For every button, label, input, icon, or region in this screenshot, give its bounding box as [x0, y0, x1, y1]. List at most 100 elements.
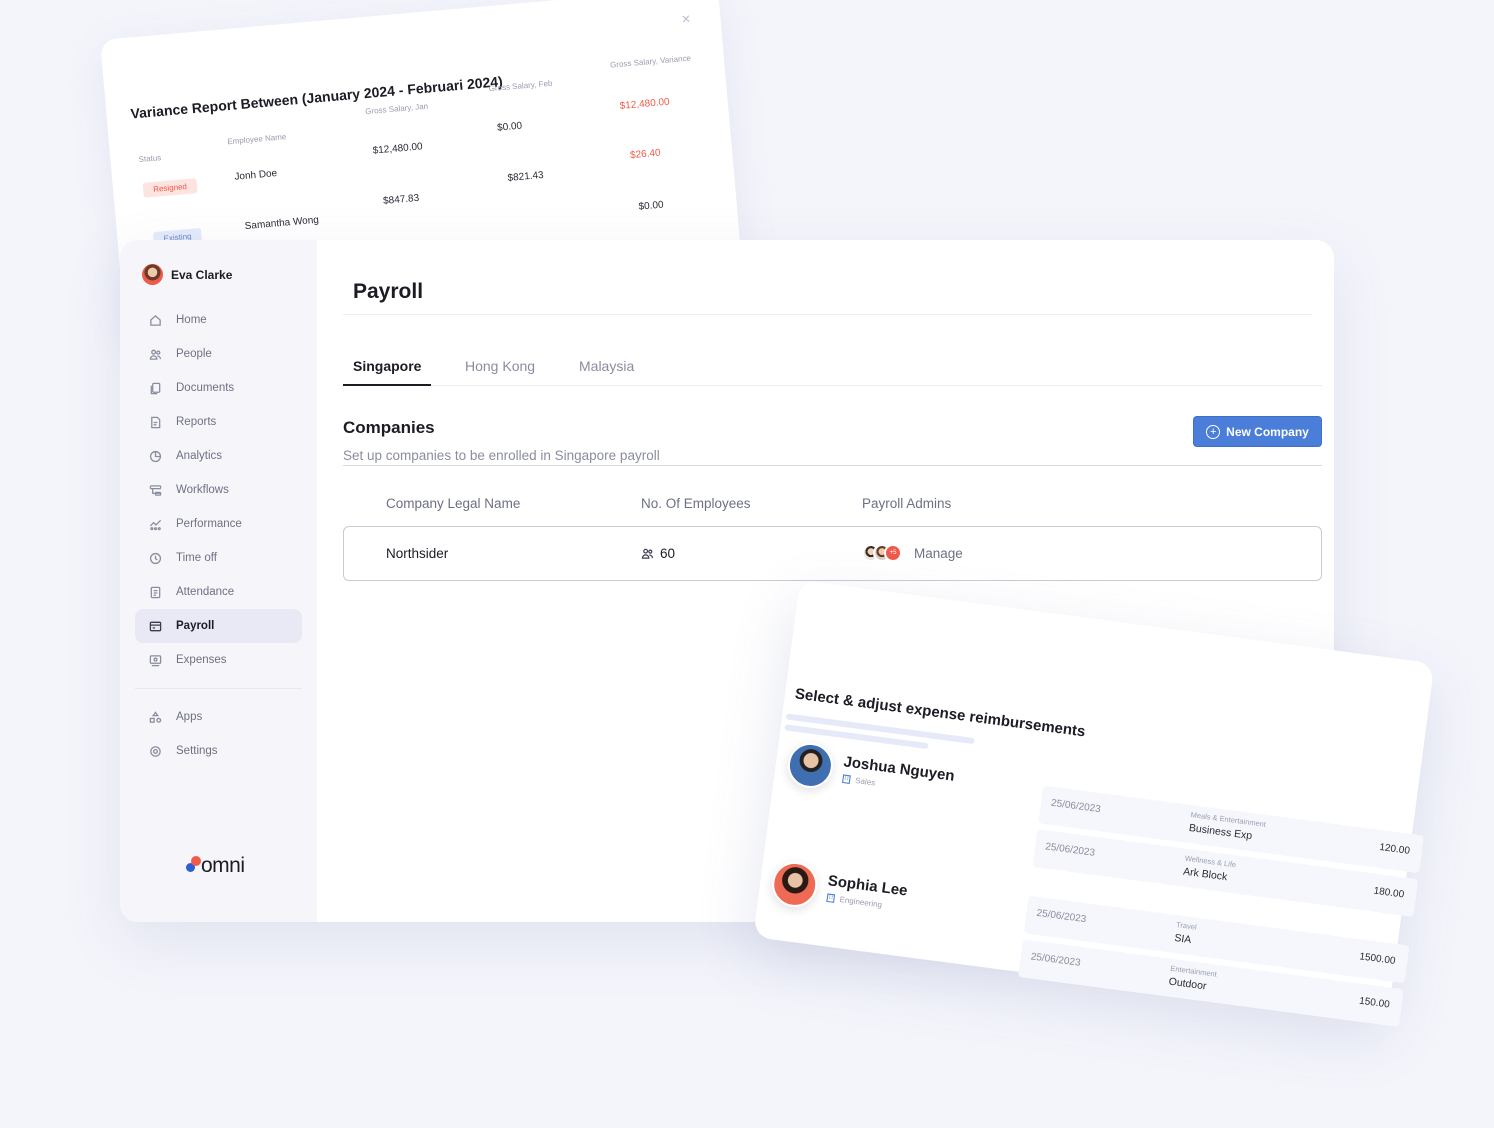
- payroll-admins: +5: [862, 544, 902, 562]
- building-icon: [826, 893, 836, 903]
- expense-category: Travel: [1175, 920, 1198, 932]
- sidebar-item-label: Payroll: [176, 620, 215, 632]
- gross-variance-value: $12,480.00: [619, 96, 671, 112]
- column-header-employees: No. Of Employees: [641, 496, 751, 511]
- expense-amount: 1500.00: [1358, 951, 1397, 967]
- attendance-icon: [149, 586, 162, 599]
- company-name: Northsider: [386, 546, 449, 561]
- divider: [343, 314, 1312, 315]
- expense-amount: 150.00: [1358, 995, 1391, 1011]
- sidebar-item-label: Attendance: [176, 586, 235, 598]
- department-label: Engineering: [839, 894, 883, 909]
- plus-circle-icon: +: [1206, 424, 1221, 439]
- building-icon: [841, 774, 851, 784]
- home-icon: [149, 314, 162, 327]
- user-name: Eva Clarke: [171, 267, 233, 282]
- department-label: Sales: [854, 775, 876, 788]
- close-icon[interactable]: ×: [681, 10, 691, 28]
- new-company-button[interactable]: + New Company: [1193, 416, 1322, 447]
- reports-icon: [149, 416, 162, 429]
- logo-mark: [186, 856, 201, 876]
- people-icon: [641, 548, 654, 559]
- expense-date: 25/06/2023: [1030, 951, 1082, 969]
- sidebar-item-expenses[interactable]: Expenses: [135, 643, 302, 677]
- sidebar-item-label: Time off: [176, 552, 217, 564]
- sidebar-item-reports[interactable]: Reports: [135, 405, 302, 439]
- people-icon: [149, 348, 162, 361]
- employee-count: 60: [641, 546, 675, 561]
- status-badge: Resigned: [142, 178, 198, 198]
- expenses-icon: [149, 654, 162, 667]
- sidebar-item-label: Reports: [176, 416, 217, 428]
- sidebar: Eva Clarke Home People Documents Reports: [120, 240, 317, 922]
- column-header-employee: Employee Name: [226, 132, 287, 147]
- sidebar-item-label: Analytics: [176, 450, 223, 462]
- gross-variance-value: $26.40: [629, 147, 662, 162]
- new-company-label: New Company: [1226, 424, 1309, 439]
- apps-icon: [149, 710, 162, 724]
- expense-amount: 120.00: [1378, 841, 1411, 857]
- sidebar-item-apps[interactable]: Apps: [135, 700, 302, 734]
- payroll-icon: [149, 620, 162, 633]
- sidebar-item-analytics[interactable]: Analytics: [135, 439, 302, 473]
- gear-icon: [149, 745, 162, 758]
- sidebar-item-people[interactable]: People: [135, 337, 302, 371]
- more-admins-badge: +5: [884, 544, 902, 562]
- sidebar-item-label: Performance: [176, 518, 242, 530]
- tab-malaysia[interactable]: Malaysia: [569, 350, 644, 386]
- sidebar-divider: [135, 688, 302, 689]
- omni-logo: omni: [186, 854, 245, 877]
- column-header-admins: Payroll Admins: [862, 496, 952, 511]
- expense-item: Outdoor: [1167, 975, 1208, 993]
- logo-text: omni: [201, 854, 245, 877]
- sidebar-item-payroll[interactable]: Payroll: [135, 609, 302, 643]
- expense-date: 25/06/2023: [1035, 907, 1087, 926]
- tab-hong-kong[interactable]: Hong Kong: [455, 350, 545, 386]
- performance-icon: [149, 518, 162, 531]
- sidebar-item-label: Expenses: [176, 654, 227, 666]
- sidebar-item-label: Settings: [176, 745, 218, 757]
- sidebar-item-settings[interactable]: Settings: [135, 734, 302, 768]
- sidebar-item-label: Documents: [176, 382, 235, 394]
- table-row[interactable]: Northsider 60 +5 Manage: [343, 526, 1322, 581]
- sidebar-item-label: Workflows: [176, 484, 229, 496]
- documents-icon: [149, 382, 162, 395]
- avatar: [769, 859, 820, 910]
- sidebar-item-label: People: [176, 348, 212, 360]
- gross-variance-value: $0.00: [638, 199, 665, 213]
- country-tabs: Singapore Hong Kong Malaysia: [343, 350, 1322, 386]
- expense-item: SIA: [1173, 931, 1193, 947]
- section-title: Companies: [343, 418, 435, 437]
- gross-feb-value: $821.43: [507, 169, 545, 184]
- employee-card-sophia[interactable]: Sophia Lee Engineering: [769, 859, 909, 921]
- expense-date: 25/06/2023: [1044, 841, 1096, 859]
- gross-feb-value: $0.00: [496, 120, 523, 134]
- sidebar-item-label: Home: [176, 314, 207, 326]
- sidebar-item-home[interactable]: Home: [135, 303, 302, 337]
- sidebar-nav: Home People Documents Reports Analytics …: [135, 303, 302, 768]
- column-header-status: Status: [138, 153, 162, 165]
- employee-name: Jonh Doe: [233, 168, 278, 183]
- sidebar-item-performance[interactable]: Performance: [135, 507, 302, 541]
- expense-amount: 180.00: [1372, 885, 1405, 901]
- user-profile[interactable]: Eva Clarke: [142, 264, 232, 285]
- column-header-gross-jan: Gross Salary, Jan: [364, 101, 429, 117]
- workflows-icon: [149, 484, 162, 497]
- gross-jan-value: $847.83: [382, 192, 420, 207]
- sidebar-item-documents[interactable]: Documents: [135, 371, 302, 405]
- column-header-company: Company Legal Name: [386, 496, 521, 511]
- section-subtitle: Set up companies to be enrolled in Singa…: [343, 448, 660, 463]
- sidebar-item-attendance[interactable]: Attendance: [135, 575, 302, 609]
- analytics-icon: [149, 450, 162, 463]
- tab-singapore[interactable]: Singapore: [343, 350, 432, 386]
- clock-icon: [149, 552, 162, 565]
- sidebar-item-workflows[interactable]: Workflows: [135, 473, 302, 507]
- variance-report-title: Variance Report Between (January 2024 - …: [129, 73, 504, 122]
- expense-date: 25/06/2023: [1050, 797, 1102, 816]
- employee-card-joshua[interactable]: Joshua Nguyen Sales: [785, 740, 956, 806]
- manage-link[interactable]: Manage: [914, 546, 963, 561]
- sidebar-item-time-off[interactable]: Time off: [135, 541, 302, 575]
- avatar: [142, 264, 163, 285]
- page-title: Payroll: [353, 280, 424, 303]
- employee-name: Samantha Wong: [244, 214, 320, 233]
